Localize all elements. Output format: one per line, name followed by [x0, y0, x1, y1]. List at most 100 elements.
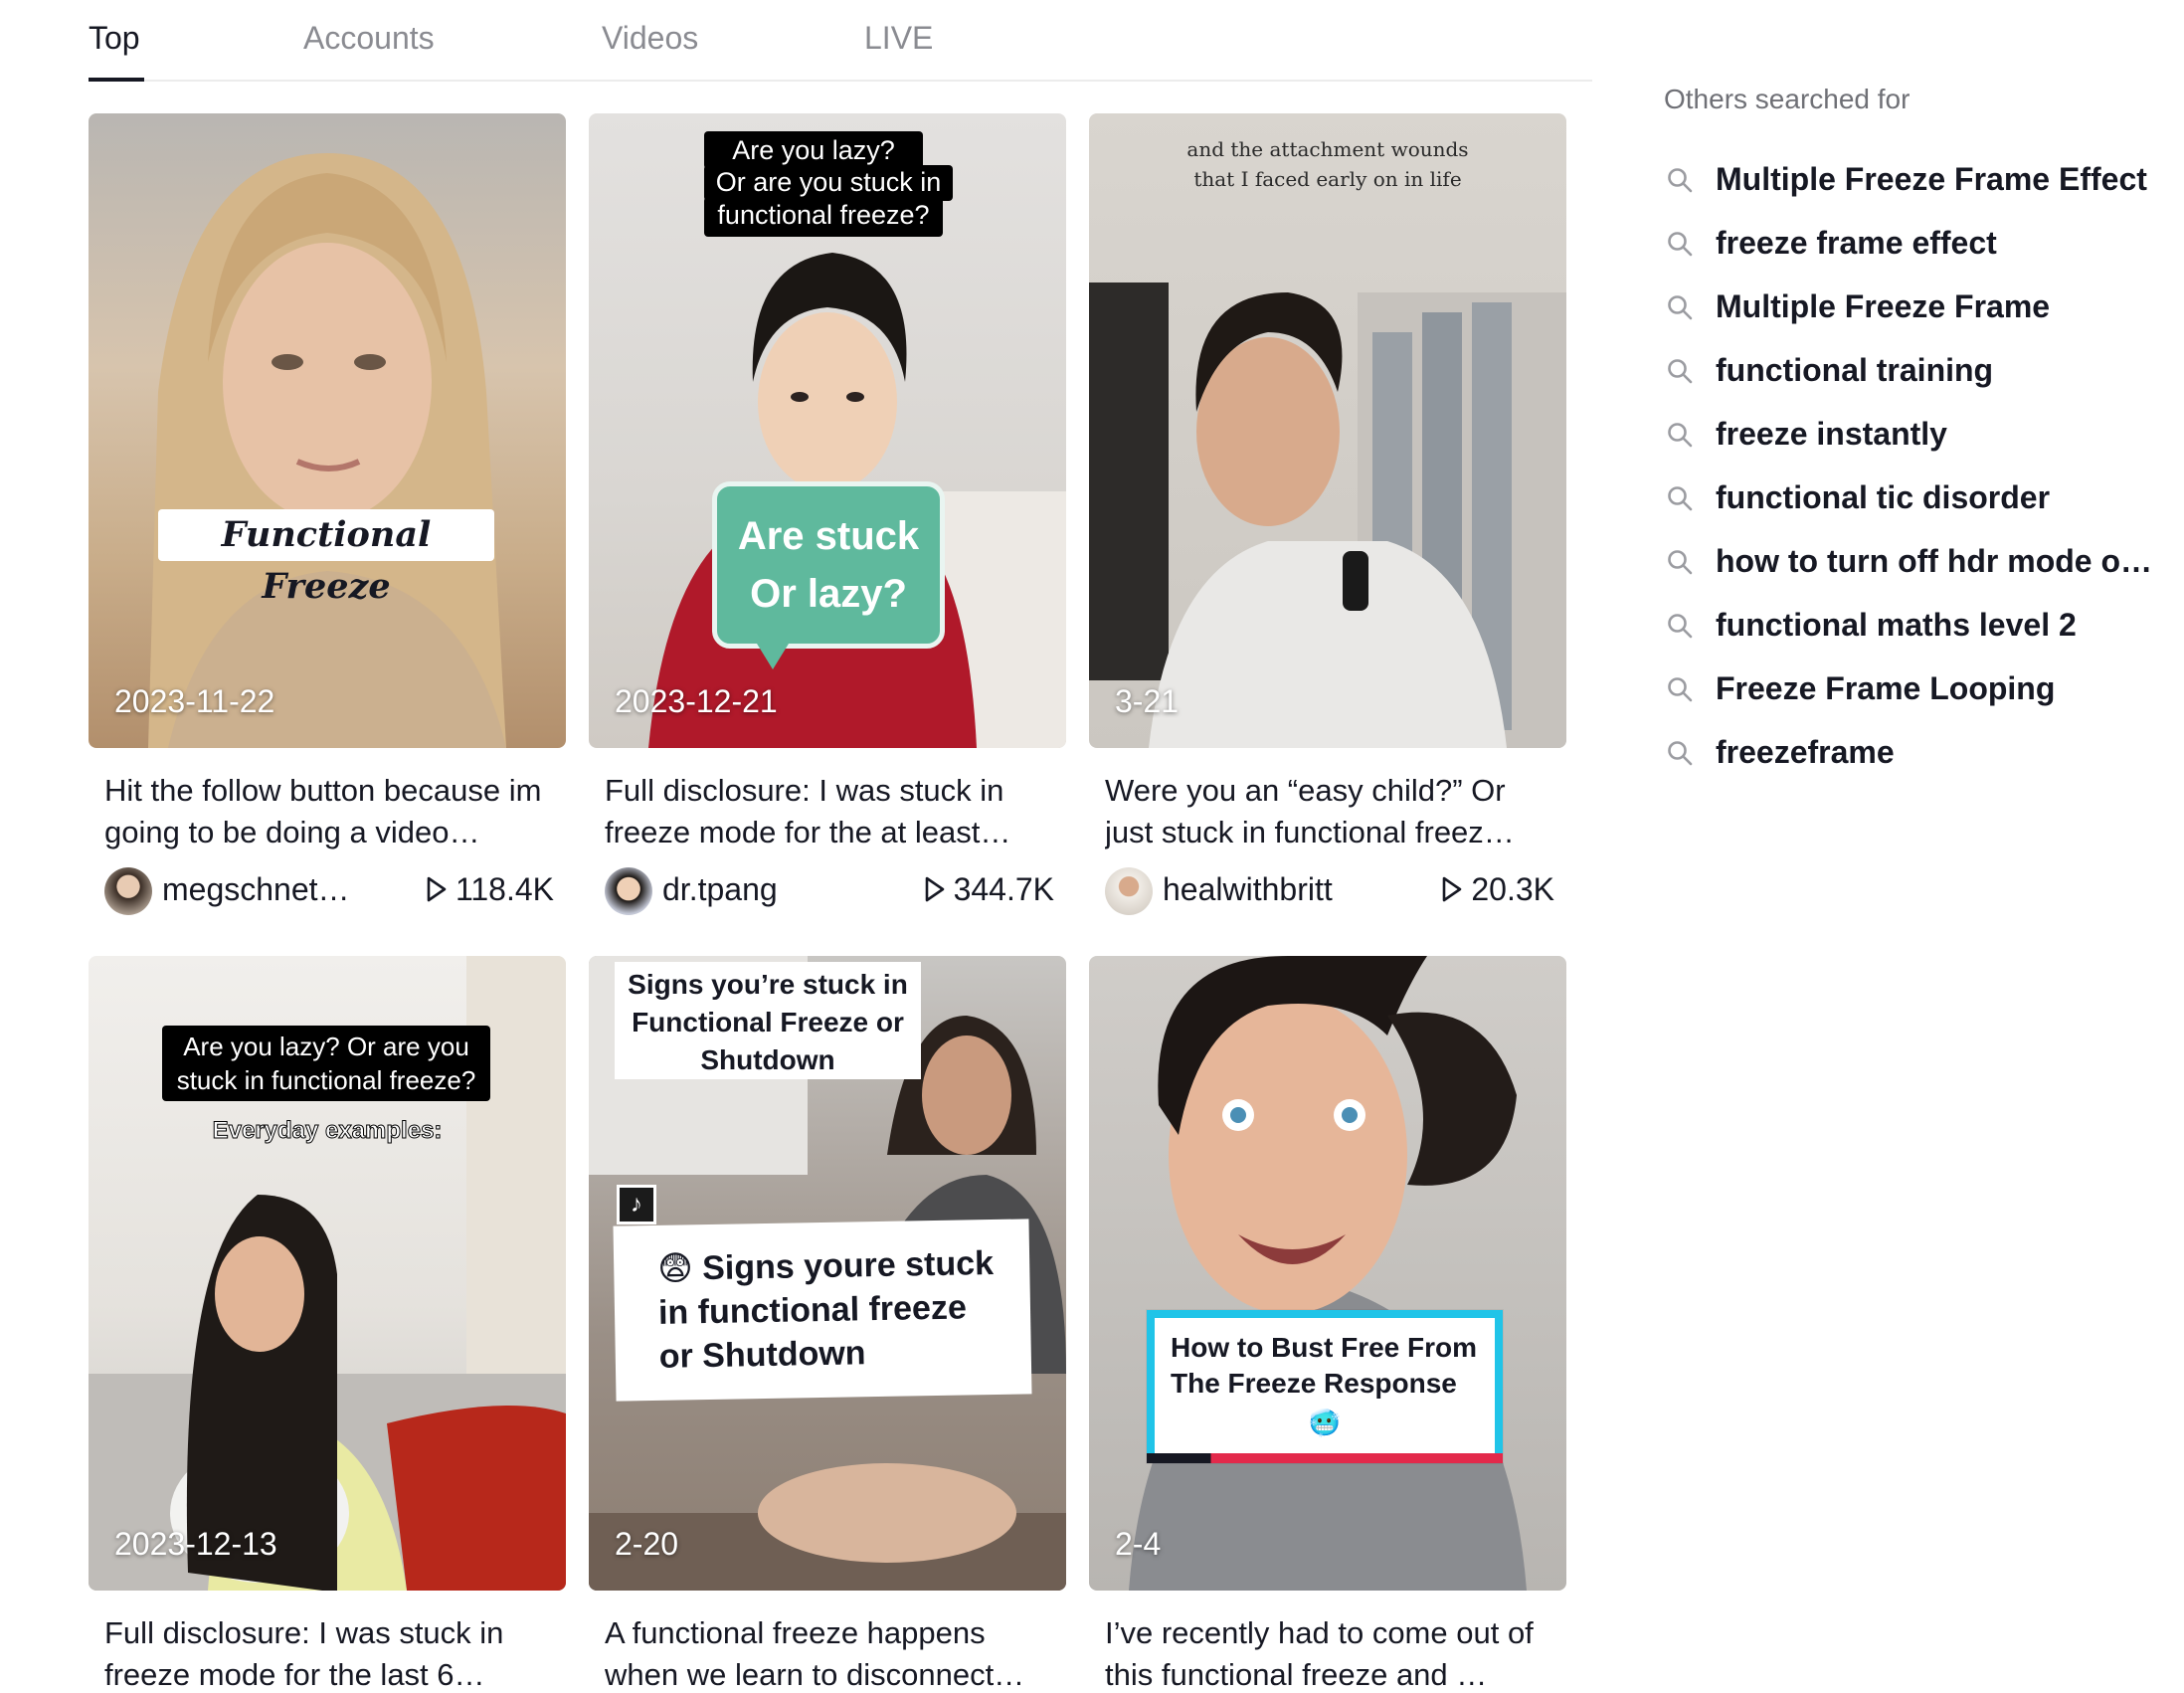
author-name[interactable]: megschnet… — [162, 871, 350, 908]
suggestion-label: freeze frame effect — [1716, 225, 1997, 261]
play-count: 344.7K — [924, 871, 1054, 908]
play-count-value: 344.7K — [953, 871, 1054, 907]
tiktok-logo-icon: ♪ — [617, 1185, 656, 1224]
search-tabs: Top Accounts Videos LIVE — [89, 0, 1592, 82]
video-thumbnail[interactable]: Are you lazy? Or are you stuck in functi… — [89, 956, 566, 1591]
video-card: Signs you’re stuck in Functional Freeze … — [589, 956, 1066, 1692]
video-description[interactable]: Full disclosure: I was stuck in freeze m… — [605, 770, 1054, 853]
video-thumbnail[interactable]: and the attachment wounds that I faced e… — [1089, 113, 1566, 748]
thumbnail-caption-box: How to Bust Free From The Freeze Respons… — [1147, 1310, 1503, 1463]
thumbnail-caption: Are you lazy? Or are you — [183, 1032, 469, 1061]
video-description[interactable]: Hit the follow button because im going t… — [104, 770, 554, 853]
tab-videos[interactable]: Videos — [602, 20, 698, 57]
thumbnail-illustration — [1129, 956, 1527, 1591]
thumbnail-caption: in functional freeze — [657, 1288, 968, 1332]
video-meta: dr.tpang 344.7K — [605, 867, 1054, 915]
video-thumbnail[interactable]: Are you lazy? Or are you stuck in functi… — [589, 113, 1066, 748]
video-date: 2-4 — [1115, 1526, 1162, 1562]
bubble-text: Are stuck — [737, 514, 920, 558]
play-count-value: 20.3K — [1471, 871, 1554, 907]
search-icon — [1668, 295, 1693, 320]
search-icon — [1668, 741, 1693, 766]
suggestion-item[interactable]: functional training — [1664, 346, 2184, 396]
play-count: 118.4K — [426, 871, 554, 908]
video-date: 3-21 — [1115, 683, 1180, 719]
suggestion-label: freezeframe — [1716, 734, 1895, 770]
thumbnail-caption: functional freeze? — [704, 197, 943, 237]
tab-live[interactable]: LIVE — [864, 20, 933, 57]
thumbnail-illustration — [148, 153, 506, 748]
avatar[interactable] — [605, 867, 652, 915]
thumbnail-caption: Functional Freeze or — [632, 1007, 904, 1037]
video-description[interactable]: Were you an “easy child?” Or just stuck … — [1105, 770, 1554, 853]
video-card: Are you lazy? Or are you stuck in functi… — [89, 956, 566, 1692]
suggestion-item[interactable]: functional tic disorder — [1664, 473, 2184, 523]
bubble-text: Or lazy? — [750, 572, 907, 616]
suggestion-label: how to turn off hdr mode o… — [1716, 543, 2153, 579]
video-date: 2023-11-22 — [114, 683, 275, 719]
suggestion-label: Freeze Frame Looping — [1716, 670, 2056, 706]
others-searched-title: Others searched for — [1664, 84, 1911, 114]
thumbnail-caption: The Freeze Response — [1171, 1368, 1457, 1399]
thumbnail-caption: and the attachment wounds — [1186, 137, 1469, 161]
suggestion-item[interactable]: freezeframe — [1664, 728, 2184, 778]
video-thumbnail[interactable]: Signs you’re stuck in Functional Freeze … — [589, 956, 1066, 1591]
author-name[interactable]: healwithbritt — [1163, 871, 1333, 908]
play-icon — [1443, 876, 1462, 902]
video-description[interactable]: I’ve recently had to come out of this fu… — [1105, 1612, 1554, 1693]
video-date: 2-20 — [615, 1526, 679, 1562]
suggestion-item[interactable]: freeze instantly — [1664, 410, 2184, 460]
suggestion-label: functional training — [1716, 352, 1994, 388]
thumbnail-caption: stuck in functional freeze? — [176, 1065, 476, 1095]
suggestion-item[interactable]: how to turn off hdr mode o… — [1664, 537, 2184, 587]
search-icon — [1668, 168, 1693, 193]
thumbnail-caption: Signs you’re stuck in — [628, 969, 908, 1000]
suggestion-label: functional tic disorder — [1716, 479, 2051, 515]
caption-underline — [1147, 1453, 1503, 1463]
video-date: 2023-12-21 — [615, 683, 778, 719]
search-icon — [1668, 486, 1693, 511]
search-icon — [1668, 359, 1693, 384]
tab-top[interactable]: Top — [89, 20, 140, 57]
play-icon — [427, 876, 447, 902]
thumbnail-caption-box: 😨 Signs youre stuck in functional freeze… — [613, 1219, 1032, 1402]
video-description[interactable]: Full disclosure: I was stuck in freeze m… — [104, 1612, 554, 1693]
suggestion-item[interactable]: freeze frame effect — [1664, 219, 2184, 269]
suggestion-item[interactable]: Multiple Freeze Frame Effect — [1664, 155, 2184, 205]
video-date: 2023-12-13 — [114, 1526, 277, 1562]
thumbnail-caption: Or are you stuck in — [704, 165, 953, 201]
thumbnail-caption: or Shutdown — [658, 1334, 866, 1376]
suggestion-item[interactable]: Freeze Frame Looping — [1664, 664, 2184, 714]
thumbnail-caption-box: Are you lazy? Or are you stuck in functi… — [162, 1026, 490, 1101]
video-thumbnail[interactable]: How to Bust Free From The Freeze Respons… — [1089, 956, 1566, 1591]
suggestion-label: Multiple Freeze Frame — [1716, 288, 2051, 324]
play-count: 20.3K — [1441, 871, 1554, 908]
video-card: Are you lazy? Or are you stuck in functi… — [589, 113, 1066, 915]
video-meta: megschnet… 118.4K — [104, 867, 554, 915]
avatar[interactable] — [1105, 867, 1153, 915]
suggestion-label: functional maths level 2 — [1716, 607, 2077, 643]
speech-bubble: Are stuck Or lazy? — [712, 481, 945, 669]
thumbnail-caption: Everyday examples: — [212, 1117, 443, 1145]
video-card: Functional Freeze 2023-11-22 Hit the fol… — [89, 113, 566, 915]
search-icon — [1668, 614, 1693, 639]
suggestion-item[interactable]: Multiple Freeze Frame — [1664, 282, 2184, 332]
video-card: How to Bust Free From The Freeze Respons… — [1089, 956, 1566, 1692]
suggestion-label: Multiple Freeze Frame Effect — [1716, 161, 2147, 197]
thumbnail-illustration — [1089, 282, 1566, 748]
search-icon — [1668, 677, 1693, 702]
suggestion-item[interactable]: functional maths level 2 — [1664, 601, 2184, 651]
thumbnail-caption: Are you lazy? — [704, 131, 923, 169]
play-count-value: 118.4K — [455, 871, 554, 907]
thumbnail-caption: 😨 Signs youre stuck — [656, 1243, 995, 1288]
video-card: and the attachment wounds that I faced e… — [1089, 113, 1566, 915]
thumbnail-caption-box: Signs you’re stuck in Functional Freeze … — [615, 962, 921, 1079]
tab-accounts[interactable]: Accounts — [303, 20, 435, 57]
author-name[interactable]: dr.tpang — [662, 871, 778, 908]
video-description[interactable]: A functional freeze happens when we lear… — [605, 1612, 1054, 1693]
active-tab-indicator — [89, 78, 144, 82]
search-icon — [1668, 423, 1693, 448]
video-thumbnail[interactable]: Functional Freeze 2023-11-22 — [89, 113, 566, 748]
video-meta: healwithbritt 20.3K — [1105, 867, 1554, 915]
avatar[interactable] — [104, 867, 152, 915]
